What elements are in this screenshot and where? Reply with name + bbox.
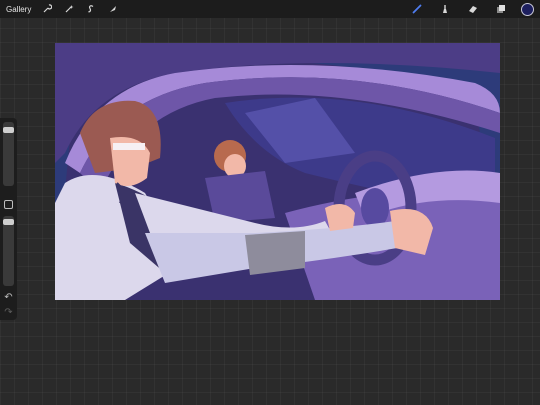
steering-wheel-hub <box>361 188 389 228</box>
eraser-icon[interactable] <box>465 1 481 17</box>
magic-wand-icon[interactable] <box>61 1 77 17</box>
opacity-knob[interactable] <box>3 219 14 226</box>
gallery-button[interactable]: Gallery <box>6 5 31 14</box>
top-toolbar: Gallery <box>0 0 540 18</box>
driver-glasses <box>113 143 145 150</box>
wrench-icon[interactable] <box>39 1 55 17</box>
artwork-illustration <box>55 43 500 300</box>
left-sidebar: ↶ ↷ <box>0 118 17 320</box>
redo-icon[interactable]: ↷ <box>3 307 14 318</box>
brush-icon[interactable] <box>409 1 425 17</box>
selection-s-icon[interactable] <box>83 1 99 17</box>
layers-icon[interactable] <box>493 1 509 17</box>
opacity-slider[interactable] <box>3 216 14 286</box>
transform-arrow-icon[interactable] <box>105 1 121 17</box>
brush-size-knob[interactable] <box>3 126 14 133</box>
arm-shadow <box>245 231 305 275</box>
drawing-canvas[interactable] <box>55 43 500 300</box>
color-picker-swatch[interactable] <box>521 2 534 16</box>
driver-hand-right <box>325 204 355 231</box>
smudge-icon[interactable] <box>437 1 453 17</box>
undo-icon[interactable]: ↶ <box>3 292 14 303</box>
brush-size-slider[interactable] <box>3 122 14 186</box>
modify-square-icon[interactable] <box>4 200 13 209</box>
